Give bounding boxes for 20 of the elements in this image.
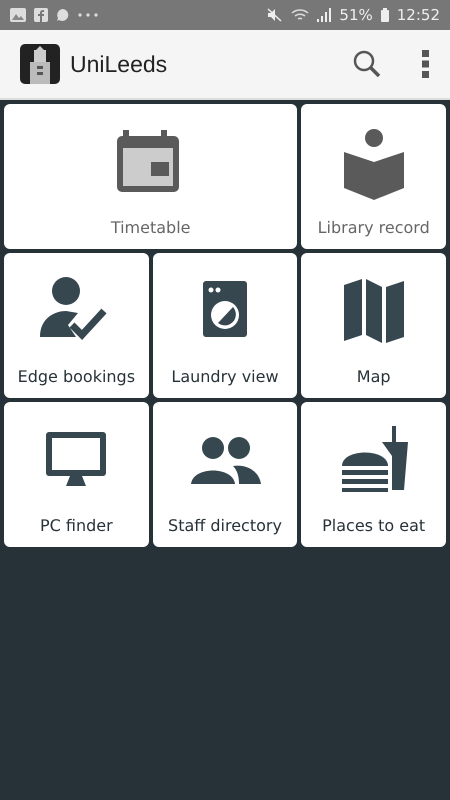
clock-time: 12:52 <box>396 6 440 24</box>
app-title: UniLeeds <box>70 50 168 78</box>
menu-icon[interactable] <box>422 50 430 78</box>
menu-tile[interactable]: PC finder <box>4 402 149 547</box>
signal-icon <box>317 8 332 22</box>
menu-tile[interactable]: Places to eat <box>301 402 446 547</box>
battery-icon <box>380 8 389 22</box>
menu-tile[interactable]: Laundry view <box>152 253 298 398</box>
wifi-icon <box>291 8 310 22</box>
menu-tile[interactable]: Staff directory <box>152 402 298 547</box>
search-icon[interactable] <box>352 49 382 79</box>
chat-bubble-icon <box>56 8 70 22</box>
app-logo <box>20 44 60 84</box>
menu-tile[interactable]: Edge bookings <box>4 253 149 398</box>
facebook-icon <box>34 8 48 22</box>
mute-icon <box>267 8 284 22</box>
battery-percent: 51% <box>339 6 373 24</box>
menu-tile[interactable]: Map <box>301 253 446 398</box>
image-icon <box>10 8 26 22</box>
more-notifications-icon <box>78 13 98 17</box>
